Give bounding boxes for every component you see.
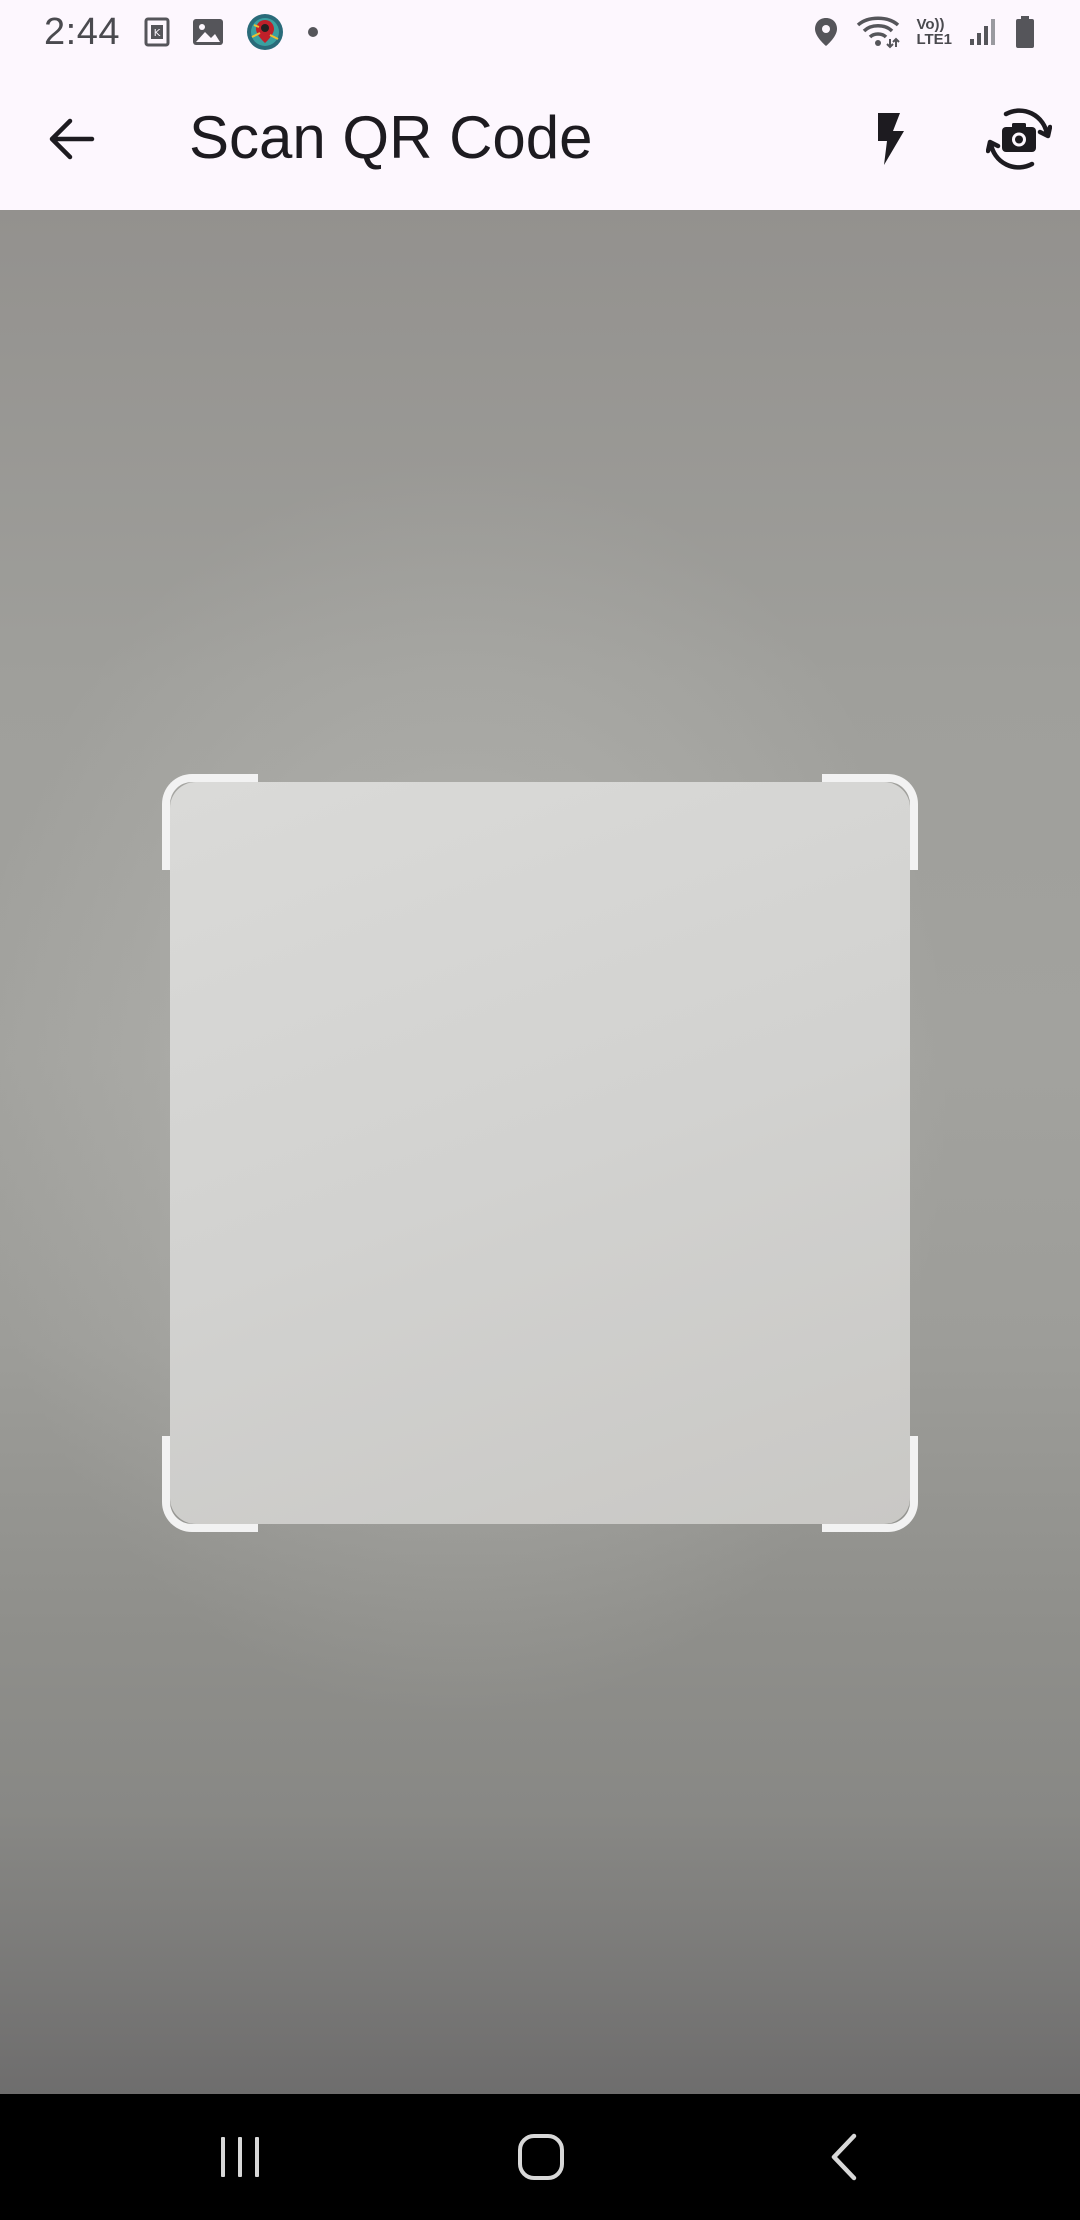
svg-text:K: K xyxy=(154,28,161,39)
home-button[interactable] xyxy=(501,2117,581,2197)
switch-camera-icon xyxy=(986,108,1052,170)
lte-label: LTE1 xyxy=(916,31,952,48)
page-title: Scan QR Code xyxy=(189,104,593,171)
recent-apps-icon xyxy=(221,2137,259,2177)
location-icon xyxy=(812,16,840,48)
network-type: Vo)) LTE1 xyxy=(916,17,952,47)
screen: 2:44 K Vo)) LTE1 Scan QR Code xyxy=(0,0,1080,2220)
battery-icon xyxy=(1014,15,1036,49)
navigation-bar xyxy=(0,2094,1080,2220)
app-bar: Scan QR Code xyxy=(0,64,1080,210)
notification-icons: K xyxy=(144,13,320,51)
arrow-left-icon xyxy=(49,118,95,160)
camera-preview[interactable] xyxy=(0,210,1080,2094)
signal-icon xyxy=(968,17,998,47)
back-button[interactable] xyxy=(30,97,114,181)
app-notification-icon xyxy=(246,13,284,51)
nav-back-button[interactable] xyxy=(804,2117,884,2197)
flash-icon xyxy=(878,113,904,165)
k-app-icon: K xyxy=(144,17,170,47)
home-icon xyxy=(518,2134,564,2180)
system-icons: Vo)) LTE1 xyxy=(812,15,1036,49)
scan-frame-corner-top-left xyxy=(162,774,258,870)
gallery-icon xyxy=(192,17,224,47)
scan-frame-corner-top-right xyxy=(822,774,918,870)
status-time: 2:44 xyxy=(44,10,120,53)
scan-frame-corner-bottom-left xyxy=(162,1436,258,1532)
volte-label: Vo)) xyxy=(916,16,945,33)
flash-button[interactable] xyxy=(848,97,932,181)
scan-window xyxy=(170,782,910,1524)
scan-frame-corner-bottom-right xyxy=(822,1436,918,1532)
wifi-icon xyxy=(856,15,901,49)
switch-camera-button[interactable] xyxy=(975,95,1063,183)
dot-icon xyxy=(306,25,320,39)
back-icon xyxy=(831,2133,857,2181)
recent-apps-button[interactable] xyxy=(200,2117,280,2197)
status-bar: 2:44 K Vo)) LTE1 xyxy=(0,0,1080,64)
